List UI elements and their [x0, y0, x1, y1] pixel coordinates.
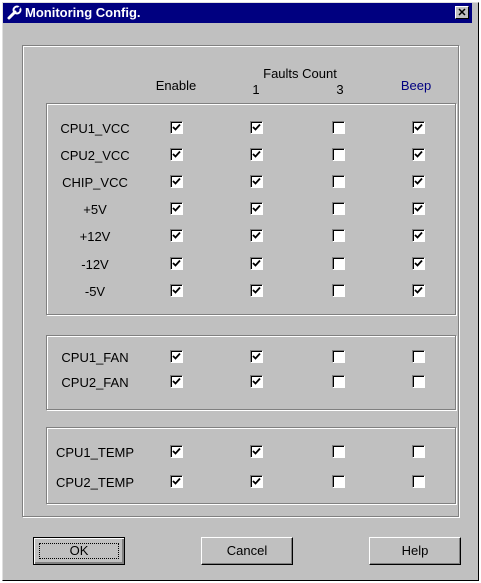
row-label: -5V: [84, 284, 106, 299]
header-enable: Enable: [155, 78, 197, 93]
enable-checkbox[interactable]: [170, 229, 183, 242]
enable-checkbox[interactable]: [170, 175, 183, 188]
fault-1-checkbox[interactable]: [250, 445, 263, 458]
fault-1-checkbox[interactable]: [250, 175, 263, 188]
ok-button[interactable]: OK: [33, 537, 125, 565]
beep-checkbox[interactable]: [412, 284, 425, 297]
beep-checkbox[interactable]: [412, 175, 425, 188]
enable-checkbox[interactable]: [170, 445, 183, 458]
title-bar[interactable]: Monitoring Config. ✕: [3, 3, 472, 23]
header-faults-3: 3: [336, 82, 344, 97]
header-beep: Beep: [400, 78, 432, 93]
fault-3-checkbox[interactable]: [332, 175, 345, 188]
fault-3-checkbox[interactable]: [332, 284, 345, 297]
beep-checkbox[interactable]: [412, 257, 425, 270]
temp-group: [46, 427, 456, 504]
enable-checkbox[interactable]: [170, 284, 183, 297]
beep-checkbox[interactable]: [412, 375, 425, 388]
row-label: CPU1_FAN: [61, 350, 129, 365]
beep-checkbox[interactable]: [412, 148, 425, 161]
fault-1-checkbox[interactable]: [250, 202, 263, 215]
beep-checkbox[interactable]: [412, 229, 425, 242]
row-label: CPU2_FAN: [61, 375, 129, 390]
row-label: +12V: [79, 229, 111, 244]
beep-checkbox[interactable]: [412, 350, 425, 363]
fault-1-checkbox[interactable]: [250, 350, 263, 363]
header-faults-1: 1: [252, 82, 260, 97]
fault-1-checkbox[interactable]: [250, 229, 263, 242]
enable-checkbox[interactable]: [170, 202, 183, 215]
row-label: +5V: [83, 202, 107, 217]
row-label: CPU2_TEMP: [55, 475, 135, 490]
fault-1-checkbox[interactable]: [250, 375, 263, 388]
help-button[interactable]: Help: [369, 537, 461, 565]
help-label: Help: [401, 543, 429, 558]
fault-3-checkbox[interactable]: [332, 121, 345, 134]
beep-checkbox[interactable]: [412, 202, 425, 215]
fault-3-checkbox[interactable]: [332, 350, 345, 363]
enable-checkbox[interactable]: [170, 148, 183, 161]
row-label: -12V: [81, 257, 109, 272]
enable-checkbox[interactable]: [170, 121, 183, 134]
enable-checkbox[interactable]: [170, 257, 183, 270]
enable-checkbox[interactable]: [170, 375, 183, 388]
fault-1-checkbox[interactable]: [250, 475, 263, 488]
fault-3-checkbox[interactable]: [332, 445, 345, 458]
fault-1-checkbox[interactable]: [250, 148, 263, 161]
close-icon: ✕: [457, 7, 467, 19]
wrench-icon: [6, 5, 22, 21]
fault-3-checkbox[interactable]: [332, 375, 345, 388]
row-label: CHIP_VCC: [62, 175, 128, 190]
window-title: Monitoring Config.: [25, 5, 141, 20]
fault-1-checkbox[interactable]: [250, 121, 263, 134]
focus-rect: [39, 543, 119, 559]
enable-checkbox[interactable]: [170, 350, 183, 363]
close-button[interactable]: ✕: [455, 6, 469, 19]
beep-checkbox[interactable]: [412, 445, 425, 458]
beep-checkbox[interactable]: [412, 475, 425, 488]
fault-3-checkbox[interactable]: [332, 202, 345, 215]
fault-3-checkbox[interactable]: [332, 229, 345, 242]
beep-checkbox[interactable]: [412, 121, 425, 134]
fault-3-checkbox[interactable]: [332, 148, 345, 161]
fan-group: [46, 335, 456, 410]
fault-1-checkbox[interactable]: [250, 284, 263, 297]
row-label: CPU2_VCC: [60, 148, 130, 163]
fault-3-checkbox[interactable]: [332, 257, 345, 270]
enable-checkbox[interactable]: [170, 475, 183, 488]
cancel-button[interactable]: Cancel: [201, 537, 293, 565]
row-label: CPU1_VCC: [60, 121, 130, 136]
fault-3-checkbox[interactable]: [332, 475, 345, 488]
cancel-label: Cancel: [226, 543, 268, 558]
row-label: CPU1_TEMP: [55, 445, 135, 460]
header-faults-count: Faults Count: [263, 66, 337, 81]
fault-1-checkbox[interactable]: [250, 257, 263, 270]
